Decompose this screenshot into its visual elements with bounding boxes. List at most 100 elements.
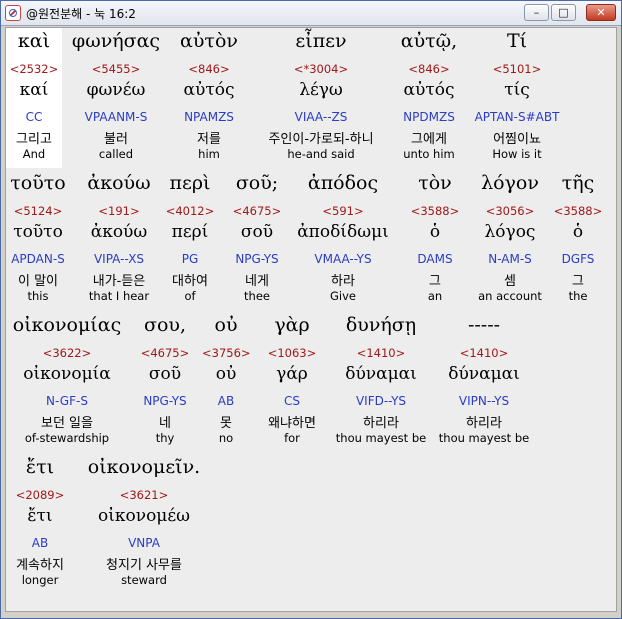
lemma: σοῦ: [240, 222, 274, 242]
english-gloss: thee: [244, 289, 270, 303]
english-gloss: unto him: [403, 147, 455, 161]
english-gloss: thou mayest be: [335, 431, 427, 445]
word-block[interactable]: σοῦ; <4675> σοῦ NPG-YS 네게 thee: [224, 170, 290, 310]
korean-gloss: 하리라: [466, 416, 502, 431]
korean-gloss: 계속하지: [16, 558, 64, 573]
greek-word: οἰκονομίας: [12, 314, 122, 336]
word-block[interactable]: φωνήσας <5455> φωνέω VPAANM-S 불러 called: [68, 28, 164, 168]
word-block[interactable]: οἰκονομεῖν. <3621> οἰκονομέω VNPA 청지기 사무…: [80, 454, 208, 594]
word-block[interactable]: οἰκονομίας <3622> οἰκονομία N-GF-S 보던 일을…: [6, 312, 128, 452]
word-block[interactable]: δυνήσῃ <1410> δύναμαι VIFD--YS 하리라 thou …: [332, 312, 430, 452]
greek-word: ἀκούω: [87, 172, 151, 194]
english-gloss: for: [284, 431, 300, 445]
interlinear-panel[interactable]: καὶ <2532> καί CC 그리고 And φωνήσας <5455>…: [5, 27, 617, 612]
lemma: ἀποδίδωμι: [297, 222, 389, 242]
greek-word: τοῦτο: [10, 172, 66, 194]
lemma: αὐτός: [183, 80, 235, 100]
parsing-code: VIFD--YS: [355, 394, 407, 408]
lemma: φωνέω: [86, 80, 146, 100]
greek-word: τῆς: [561, 172, 595, 194]
korean-gloss: 셈: [504, 274, 516, 289]
word-block[interactable]: λόγον <3056> λόγος N-AM-S 셈 an account: [472, 170, 548, 310]
strong-number: <3622>: [42, 346, 92, 360]
word-block[interactable]: εἶπεν <*3004> λέγω VIAA--ZS 주인이-가로되-하니 h…: [259, 28, 383, 168]
english-gloss: thou mayest be: [438, 431, 530, 445]
parsing-code: NPG-YS: [143, 394, 187, 408]
main-window: @원전분해 - 눅 16:2 – □ ✕ καὶ <2532> καί CC 그…: [0, 0, 622, 619]
word-block[interactable]: σου, <4675> σοῦ NPG-YS 네 thy: [134, 312, 196, 452]
english-gloss: that I hear: [88, 289, 150, 303]
word-block[interactable]: ἀκούω <191> ἀκούω VIPA--XS 내가-듣은 that I …: [82, 170, 156, 310]
english-gloss: How is it: [492, 147, 542, 161]
english-gloss: he-and said: [287, 147, 355, 161]
korean-gloss: 네: [159, 416, 171, 431]
korean-gloss: 그리고: [16, 132, 52, 147]
strong-number: <1410>: [356, 346, 406, 360]
book-app-icon: [5, 5, 21, 21]
korean-gloss: 어찜이뇨: [493, 132, 541, 147]
korean-gloss: 왜냐하면: [268, 416, 316, 431]
english-gloss: steward: [121, 573, 167, 587]
lemma: τίς: [504, 80, 530, 100]
greek-word: οἰκονομεῖν.: [87, 456, 201, 478]
english-gloss: an: [427, 289, 443, 303]
parsing-code: VMAA--YS: [314, 252, 372, 266]
word-block[interactable]: περὶ <4012> περί PG 대하여 of: [164, 170, 216, 310]
minimize-button[interactable]: –: [524, 4, 549, 21]
korean-gloss: 하리라: [363, 416, 399, 431]
word-block[interactable]: γὰρ <1063> γάρ CS 왜냐하면 for: [256, 312, 328, 452]
greek-word: αὐτῷ,: [400, 30, 458, 52]
greek-word: οὐ: [214, 314, 238, 336]
korean-gloss: 청지기 사무를: [106, 558, 182, 573]
close-button[interactable]: ✕: [586, 4, 616, 21]
greek-word: αὐτὸν: [180, 30, 238, 52]
lemma: αὐτός: [403, 80, 455, 100]
word-block[interactable]: Τί <5101> τίς APTAN-S#ABT 어찜이뇨 How is it: [470, 28, 564, 168]
word-block[interactable]: ----- <1410> δύναμαι VIPN--YS 하리라 thou m…: [434, 312, 534, 452]
greek-word: λόγον: [481, 172, 539, 194]
strong-number: <846>: [408, 62, 450, 76]
word-block[interactable]: τοῦτο <5124> τοῦτο APDAN-S 이 말이 this: [6, 170, 70, 310]
window-title: @원전분해 - 눅 16:2: [26, 7, 136, 21]
strong-number: <4675>: [232, 204, 282, 218]
word-block[interactable]: αὐτὸν <846> αὐτός NPAMZS 저를 him: [169, 28, 249, 168]
title-bar[interactable]: @원전분해 - 눅 16:2 – □ ✕: [1, 1, 621, 26]
greek-word: ἔτι: [25, 456, 55, 478]
parsing-code: CC: [25, 110, 43, 124]
maximize-button[interactable]: □: [551, 4, 576, 21]
parsing-code: VPAANM-S: [84, 110, 148, 124]
greek-word: γὰρ: [274, 314, 310, 336]
english-gloss: And: [22, 147, 46, 161]
parsing-code: NPAMZS: [184, 110, 234, 124]
strong-number: <3588>: [553, 204, 603, 218]
korean-gloss: 못: [220, 416, 232, 431]
korean-gloss: 저를: [197, 132, 221, 147]
parsing-code: APDAN-S: [11, 252, 65, 266]
word-block[interactable]: ἔτι <2089> ἔτι AB 계속하지 longer: [6, 454, 74, 594]
word-block[interactable]: οὐ <3756> οὐ AB 못 no: [202, 312, 251, 452]
strong-number: <2532>: [9, 62, 59, 76]
parsing-code: VIAA--ZS: [294, 110, 348, 124]
english-gloss: an account: [478, 289, 542, 303]
word-block[interactable]: καὶ <2532> καί CC 그리고 And: [6, 28, 62, 168]
english-gloss: this: [27, 289, 49, 303]
english-gloss: no: [218, 431, 234, 445]
strong-number: <3621>: [119, 488, 169, 502]
greek-word: δυνήσῃ: [345, 314, 417, 336]
strong-number: <191>: [98, 204, 140, 218]
word-block[interactable]: ἀπόδος <591> ἀποδίδωμι VMAA--YS 하라 Give: [292, 170, 394, 310]
parsing-code: PG: [181, 252, 199, 266]
lemma: δύναμαι: [345, 364, 417, 384]
parsing-code: N-GF-S: [46, 394, 88, 408]
word-block[interactable]: τῆς <3588> ὁ DGFS 그 the: [552, 170, 604, 310]
greek-word: εἶπεν: [295, 30, 347, 52]
english-gloss: the: [568, 289, 588, 303]
strong-number: <5124>: [13, 204, 63, 218]
korean-gloss: 이 말이: [17, 274, 58, 289]
strong-number: <3588>: [410, 204, 460, 218]
greek-word: -----: [467, 314, 501, 336]
word-block[interactable]: αὐτῷ, <846> αὐτός NPDMZS 그에게 unto him: [390, 28, 468, 168]
word-block[interactable]: τὸν <3588> ὁ DAMS 그 an: [404, 170, 466, 310]
lemma: τοῦτο: [13, 222, 63, 242]
english-gloss: of: [184, 289, 196, 303]
